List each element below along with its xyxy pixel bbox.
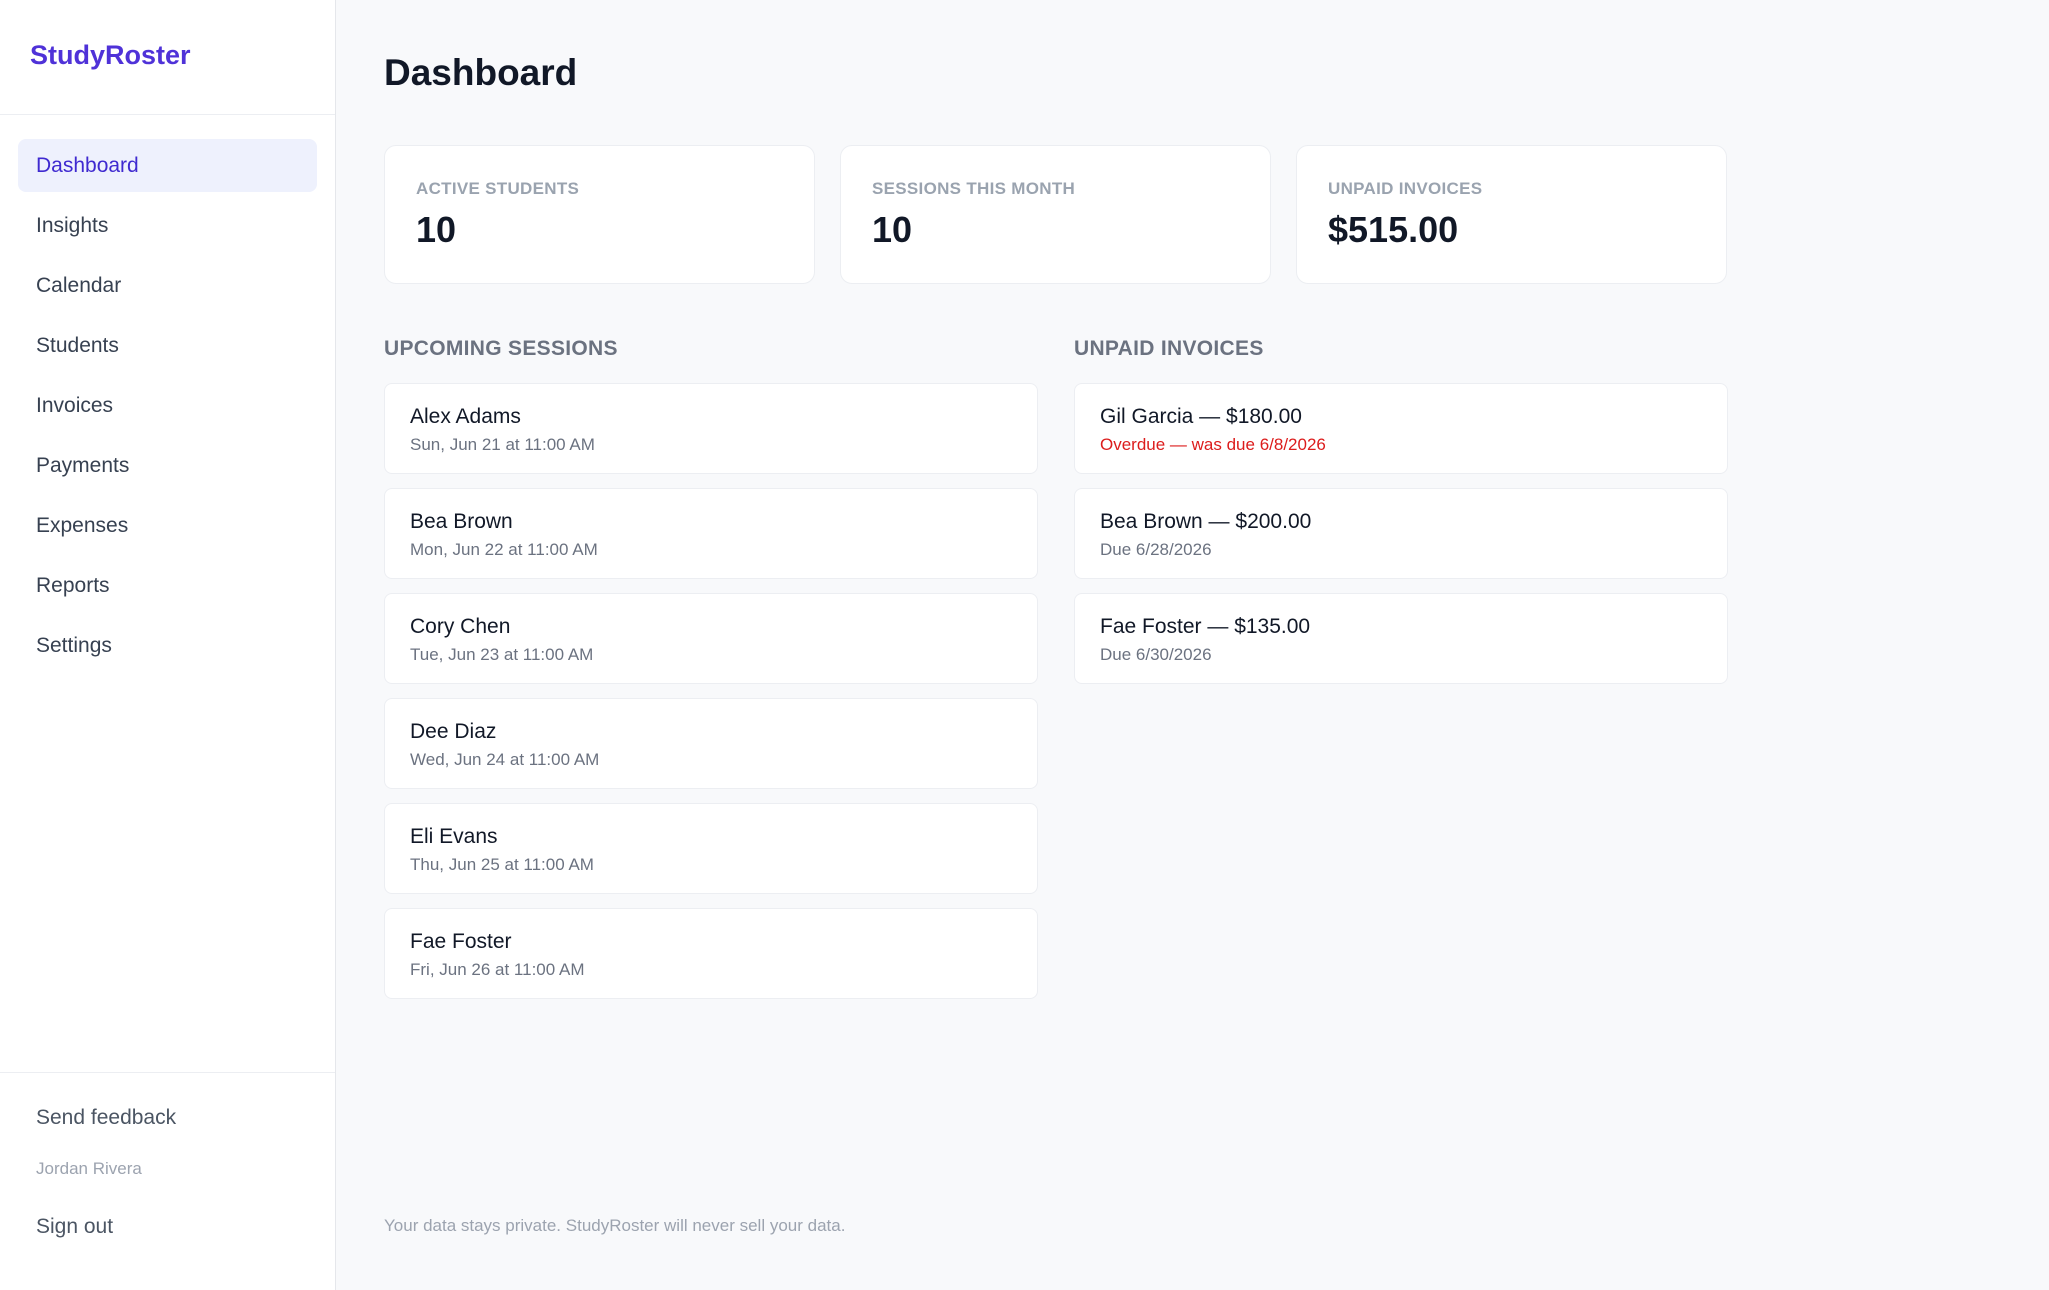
stat-label: Unpaid invoices	[1328, 179, 1483, 198]
stat-label: Sessions this month	[872, 179, 1076, 198]
sidebar-item-reports[interactable]: Reports	[18, 559, 317, 612]
sidebar-nav: Dashboard Insights Calendar Students Inv…	[0, 115, 335, 1072]
stat-label: Active students	[416, 179, 580, 198]
session-item[interactable]: Alex Adams Sun, Jun 21 at 11:00 AM	[384, 383, 1038, 474]
sidebar-footer: Send feedback Jordan Rivera Sign out	[0, 1072, 335, 1290]
page-title: Dashboard	[384, 52, 578, 93]
invoice-title: Bea Brown — $200.00	[1100, 510, 1312, 533]
user-name: Jordan Rivera	[36, 1159, 142, 1178]
sidebar-item-calendar[interactable]: Calendar	[18, 259, 317, 312]
session-student-name: Bea Brown	[410, 510, 513, 533]
invoice-overdue-status: Overdue — was due 6/8/2026	[1100, 435, 1326, 454]
session-student-name: Fae Foster	[410, 930, 512, 953]
stat-card-active-students: Active students 10	[384, 145, 815, 284]
main-content: Dashboard Active students 10 Sessions th…	[336, 0, 2049, 1290]
sign-out-button[interactable]: Sign out	[36, 1207, 299, 1247]
session-time: Tue, Jun 23 at 11:00 AM	[410, 645, 594, 664]
sidebar: StudyRoster Dashboard Insights Calendar …	[0, 0, 336, 1290]
session-time: Wed, Jun 24 at 11:00 AM	[410, 750, 600, 769]
unpaid-invoices-section: Unpaid invoices Gil Garcia — $180.00 Ove…	[1074, 336, 1728, 1013]
brand-logo[interactable]: StudyRoster	[0, 0, 335, 115]
invoice-item[interactable]: Fae Foster — $135.00 Due 6/30/2026	[1074, 593, 1728, 684]
stat-card-sessions-this-month: Sessions this month 10	[840, 145, 1271, 284]
stat-value: 10	[416, 209, 457, 250]
sidebar-item-payments[interactable]: Payments	[18, 439, 317, 492]
invoice-due-status: Due 6/28/2026	[1100, 540, 1212, 559]
sidebar-item-invoices[interactable]: Invoices	[18, 379, 317, 432]
upcoming-sessions-section: Upcoming sessions Alex Adams Sun, Jun 21…	[384, 336, 1038, 1013]
session-time: Fri, Jun 26 at 11:00 AM	[410, 960, 585, 979]
stats-row: Active students 10 Sessions this month 1…	[384, 145, 2001, 284]
sidebar-item-settings[interactable]: Settings	[18, 619, 317, 672]
sidebar-item-insights[interactable]: Insights	[18, 199, 317, 252]
invoice-item[interactable]: Bea Brown — $200.00 Due 6/28/2026	[1074, 488, 1728, 579]
section-title: Upcoming sessions	[384, 337, 618, 360]
session-item[interactable]: Cory Chen Tue, Jun 23 at 11:00 AM	[384, 593, 1038, 684]
session-student-name: Alex Adams	[410, 405, 521, 428]
sidebar-item-students[interactable]: Students	[18, 319, 317, 372]
stat-card-unpaid-invoices: Unpaid invoices $515.00	[1296, 145, 1727, 284]
session-item[interactable]: Fae Foster Fri, Jun 26 at 11:00 AM	[384, 908, 1038, 999]
session-student-name: Cory Chen	[410, 615, 511, 638]
session-student-name: Dee Diaz	[410, 720, 497, 743]
session-student-name: Eli Evans	[410, 825, 498, 848]
invoice-item[interactable]: Gil Garcia — $180.00 Overdue — was due 6…	[1074, 383, 1728, 474]
send-feedback-link[interactable]: Send feedback	[36, 1097, 299, 1139]
session-time: Thu, Jun 25 at 11:00 AM	[410, 855, 594, 874]
app-root: StudyRoster Dashboard Insights Calendar …	[0, 0, 2049, 1290]
session-item[interactable]: Eli Evans Thu, Jun 25 at 11:00 AM	[384, 803, 1038, 894]
session-time: Sun, Jun 21 at 11:00 AM	[410, 435, 595, 454]
sidebar-item-dashboard[interactable]: Dashboard	[18, 139, 317, 192]
session-time: Mon, Jun 22 at 11:00 AM	[410, 540, 598, 559]
invoice-title: Fae Foster — $135.00	[1100, 615, 1311, 638]
session-item[interactable]: Dee Diaz Wed, Jun 24 at 11:00 AM	[384, 698, 1038, 789]
stat-value: $515.00	[1328, 209, 1459, 250]
sidebar-item-expenses[interactable]: Expenses	[18, 499, 317, 552]
invoice-due-status: Due 6/30/2026	[1100, 645, 1212, 664]
dashboard-columns: Upcoming sessions Alex Adams Sun, Jun 21…	[384, 336, 2001, 1013]
invoice-title: Gil Garcia — $180.00	[1100, 405, 1302, 428]
privacy-note: Your data stays private. StudyRoster wil…	[384, 1216, 846, 1235]
stat-value: 10	[872, 209, 913, 250]
section-title: Unpaid invoices	[1074, 337, 1264, 360]
session-item[interactable]: Bea Brown Mon, Jun 22 at 11:00 AM	[384, 488, 1038, 579]
